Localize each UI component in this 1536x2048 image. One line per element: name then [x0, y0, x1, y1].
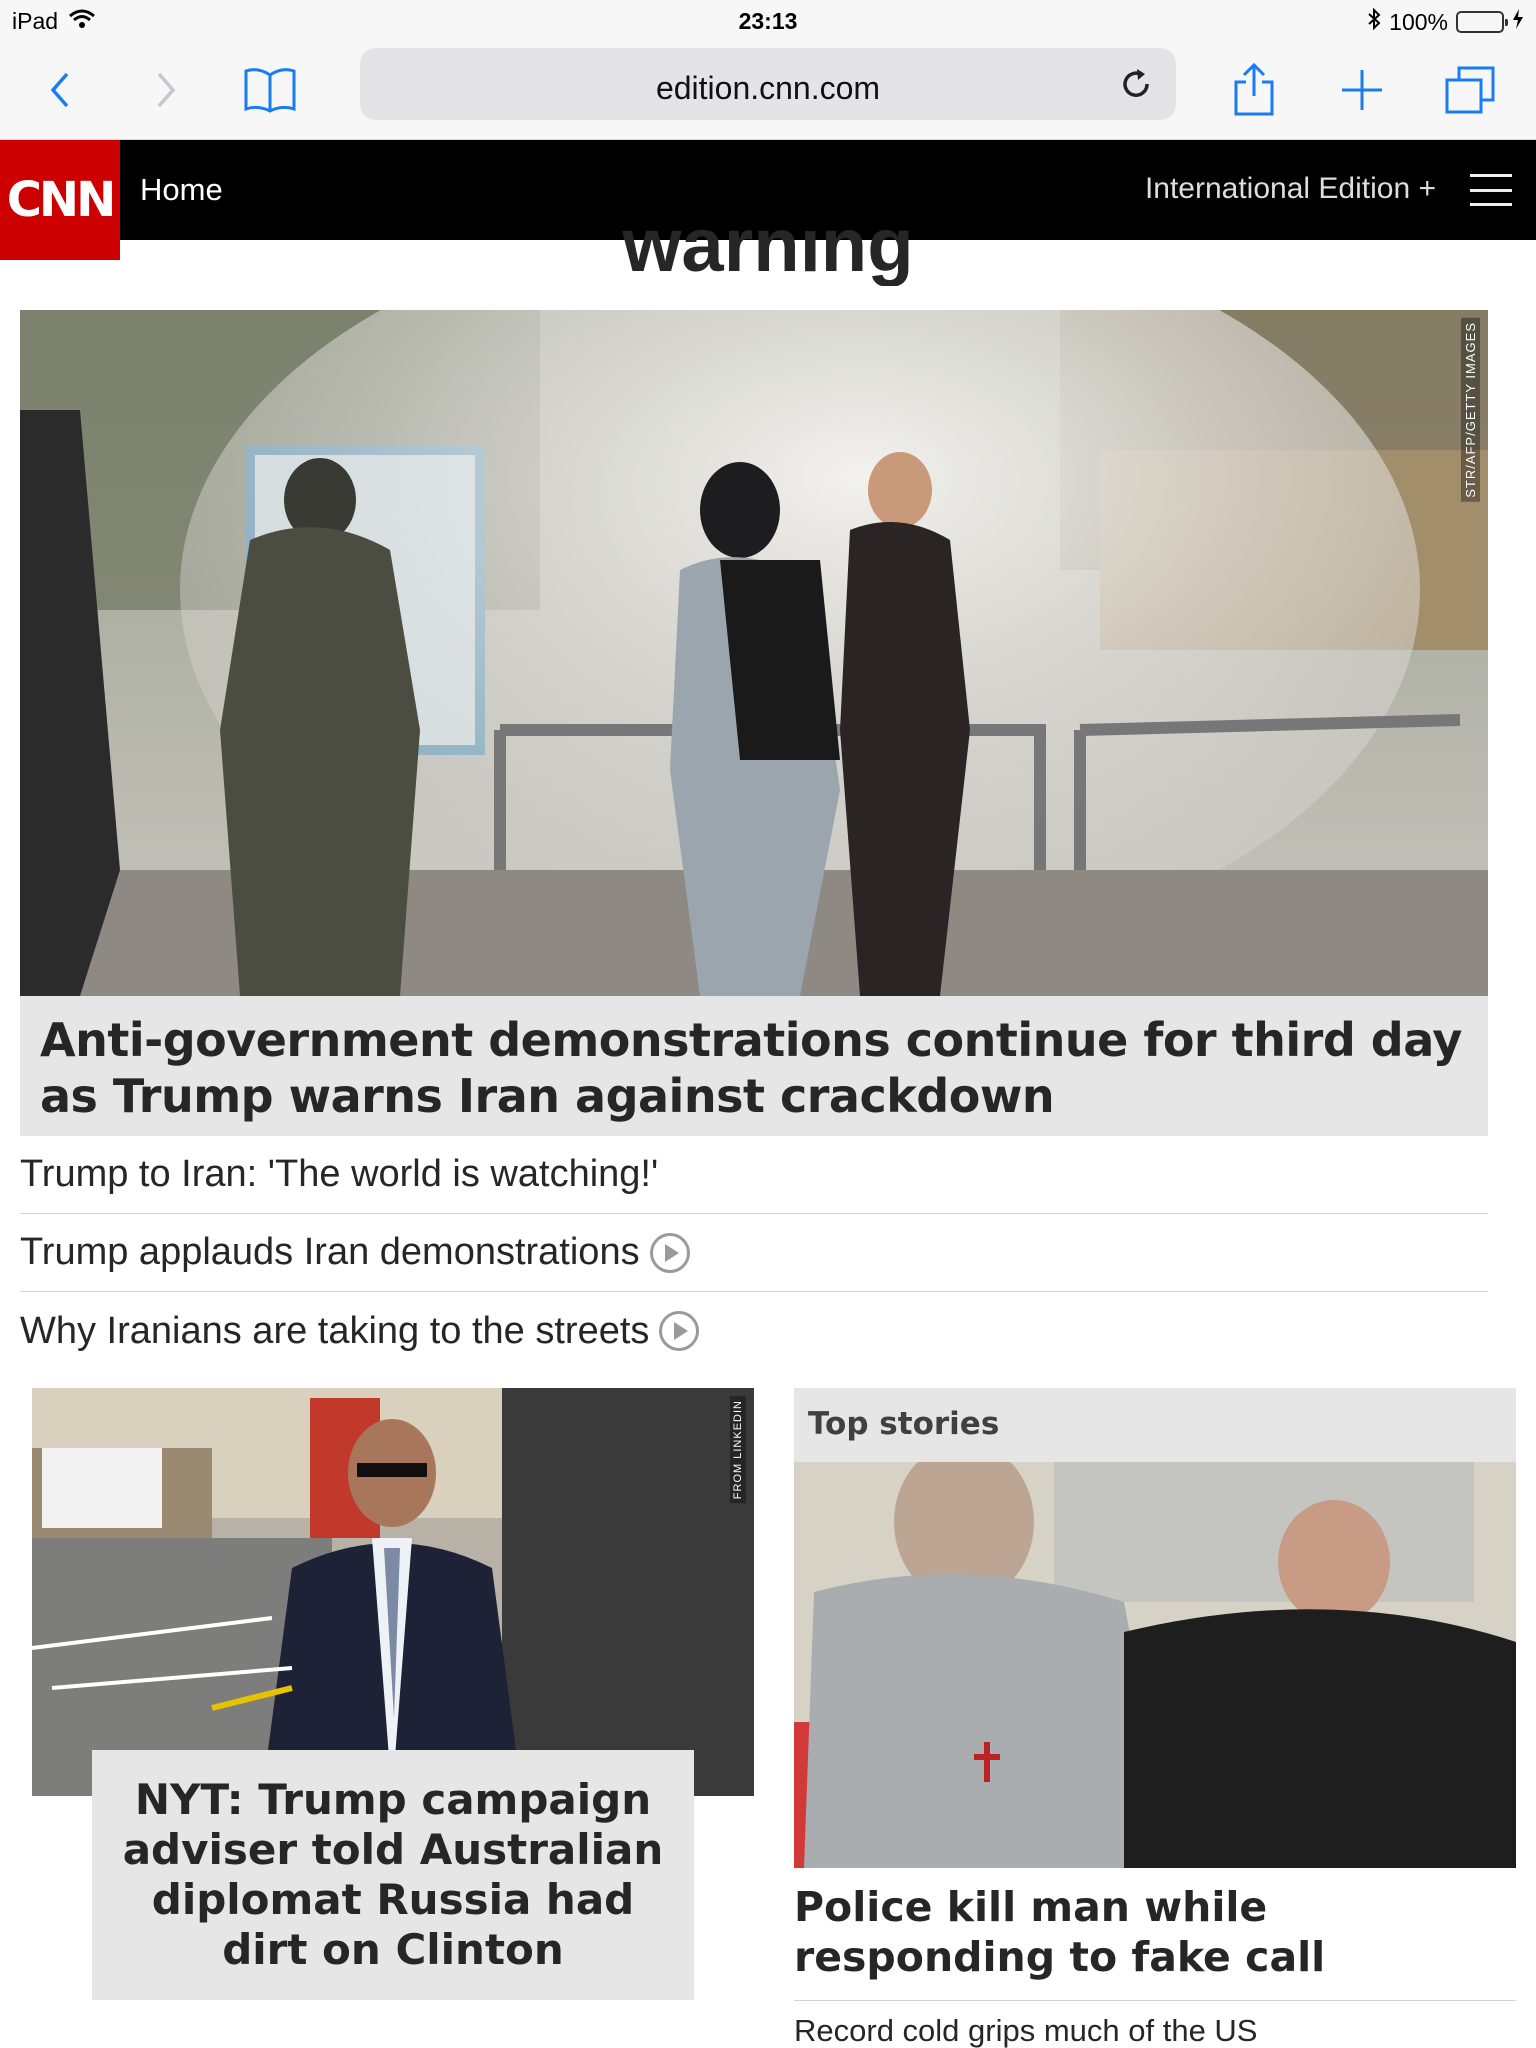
photo-credit: STR/AFP/GETTY IMAGES: [1461, 318, 1480, 502]
related-link[interactable]: Trump to Iran: 'The world is watching!': [20, 1136, 1488, 1214]
street-photo: [32, 1388, 754, 1796]
status-right: 100%: [1367, 7, 1524, 36]
top-stories-section: Top stories Police kill man while respon…: [794, 1388, 1516, 2048]
related-link[interactable]: Why Iranians are taking to the streets: [20, 1292, 1488, 1370]
play-video-icon: [659, 1311, 700, 1351]
nav-home-link[interactable]: Home: [140, 172, 223, 208]
bookmarks-button[interactable]: [240, 60, 300, 120]
share-icon: [1234, 62, 1274, 116]
status-bar: iPad 23:13 100%: [0, 0, 1536, 40]
related-link[interactable]: Trump applauds Iran demonstrations: [20, 1214, 1488, 1292]
forward-button[interactable]: [136, 60, 196, 120]
back-button[interactable]: [30, 60, 90, 120]
tabs-icon: [1445, 66, 1495, 114]
new-tab-button[interactable]: [1332, 60, 1392, 120]
cnn-navbar: CNN Home International Edition +: [0, 140, 1536, 260]
top-story-image[interactable]: [794, 1462, 1516, 1868]
photo-credit: FROM LINKEDIN: [730, 1396, 746, 1504]
hamburger-icon: [1470, 174, 1512, 177]
hero-headline-box[interactable]: Anti-government demonstrations continue …: [20, 996, 1488, 1136]
hero-image[interactable]: STR/AFP/GETTY IMAGES: [20, 310, 1488, 996]
charging-icon: [1512, 8, 1524, 36]
battery-percent: 100%: [1389, 8, 1448, 35]
back-icon: [50, 72, 69, 108]
related-link-text[interactable]: Why Iranians are taking to the streets: [20, 1310, 649, 1353]
reload-button[interactable]: [1110, 58, 1162, 110]
police-story-photo: [794, 1462, 1516, 1868]
cnn-logo[interactable]: CNN: [0, 140, 120, 260]
hero-headline[interactable]: Anti-government demonstrations continue …: [40, 1012, 1468, 1124]
related-link-text[interactable]: Trump applauds Iran demonstrations: [20, 1231, 640, 1274]
clock: 23:13: [738, 8, 798, 34]
url-text: edition.cnn.com: [655, 70, 881, 106]
forward-icon: [157, 72, 176, 108]
story-caption-box[interactable]: NYT: Trump campaign adviser told Austral…: [92, 1750, 694, 2000]
hamburger-icon-line: [1470, 203, 1512, 206]
related-link-text[interactable]: Trump to Iran: 'The world is watching!': [20, 1153, 658, 1196]
battery-icon: [1456, 11, 1508, 33]
play-video-icon: [649, 1232, 690, 1273]
bluetooth-icon: [1367, 7, 1381, 36]
related-links: Trump to Iran: 'The world is watching!' …: [20, 1136, 1488, 1370]
menu-button[interactable]: [1470, 174, 1512, 206]
top-stories-header: Top stories: [794, 1388, 1516, 1462]
story-image-papadopoulos[interactable]: FROM LINKEDIN: [32, 1388, 754, 1796]
bookmarks-icon: [244, 68, 296, 113]
story-headline[interactable]: NYT: Trump campaign adviser told Austral…: [116, 1775, 670, 1975]
reload-icon: [1123, 69, 1149, 97]
top-story-headline[interactable]: Police kill man while responding to fake…: [794, 1868, 1516, 2001]
cnn-logo-text: CNN: [6, 172, 117, 228]
tabs-button[interactable]: [1440, 60, 1500, 120]
address-bar[interactable]: edition.cnn.com: [360, 48, 1176, 120]
top-story-sublink[interactable]: Record cold grips much of the US: [794, 2001, 1516, 2048]
share-button[interactable]: [1224, 60, 1284, 120]
hamburger-icon-line: [1470, 188, 1512, 192]
edition-selector[interactable]: International Edition +: [1145, 172, 1436, 206]
protest-photo: [20, 310, 1488, 996]
new-tab-icon: [1342, 70, 1382, 110]
browser-toolbar: edition.cnn.com: [0, 40, 1536, 140]
